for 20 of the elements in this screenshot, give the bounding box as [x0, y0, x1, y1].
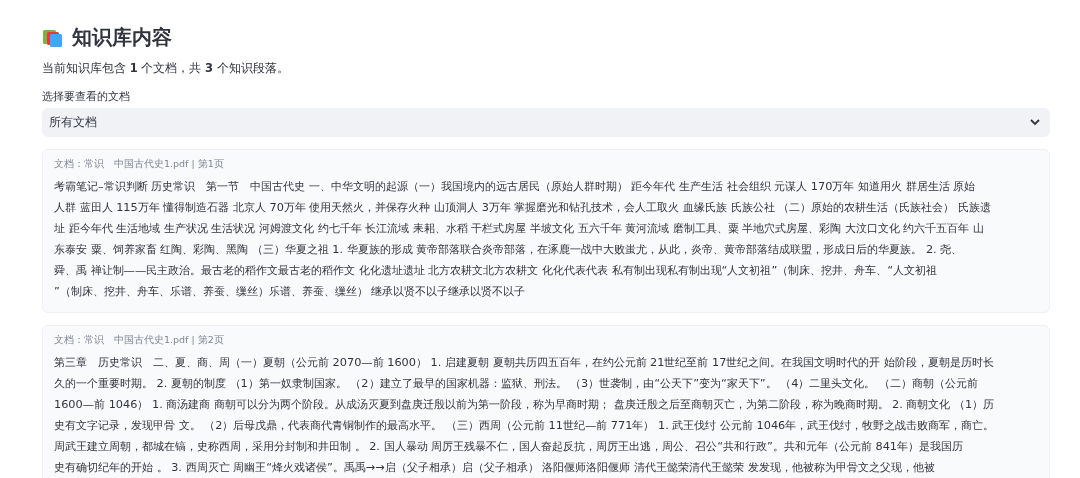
select-label: 选择要查看的文档	[42, 90, 131, 104]
chunk-text-line: 考霸笔记–常识判断 历史常识 第一节 中国古代史 一、中华文明的起源（一）我国境内的远古居民（原始人群时期） 距今年代 生产生活 社会组织 元谋人 170万年 知道用火 群居生活 原始	[54, 179, 976, 195]
chunk-text-line: 史有文字记录，发现甲骨 文。 （2）后母戊鼎，代表商代青铜制作的最高水平。 （三）西周（公元前 11世纪—前 771年） 1. 武王伐纣 公元前 1046年，武王伐纣，牧野之战击败商军，商亡。	[54, 418, 995, 434]
chunk-text-line: 人群 蓝田人 115万年 懂得制造石器 北京人 70万年 使用天然火，并保存火种 山顶洞人 3万年 掌握磨光和钻孔技术，会人工取火 血缘氏族 氏族公社 （二）原始的农耕生活（氏族社会） 氏族遗	[54, 200, 991, 216]
books-icon	[42, 27, 64, 48]
chunk-text-line: 1600—前 1046） 1. 商汤建商 商朝可以分为两个阶段。从成汤灭夏到盘庚迁殷以前为第一阶段，称为早商时期； 盘庚迁殷之后至商朝灭亡，为第二阶段，称为晚商时期。 2. 商朝文化 （1）历	[54, 397, 995, 413]
chunk-text-line: 第三章 历史常识 二、夏、商、周（一）夏朝（公元前 2070—前 1600） 1. 启建夏朝 夏朝共历四五百年，在约公元前 21世纪至前 17世纪之间。在我国文明时代的开 始阶段，夏朝是历时长	[54, 355, 995, 371]
chunk-text-line: 东泰安 粟、饲养家畜 红陶、彩陶、黑陶 （三）华夏之祖 1. 华夏族的形成 黄帝部落联合炎帝部落，在涿鹿一战中大败蚩尤，从此，炎帝、黄帝部落结成联盟，形成日后的华夏族。 2. 尧、	[54, 242, 963, 258]
chunk-source: 文档：常识 中国古代史1.pdf | 第1页	[54, 158, 225, 171]
chunk-text-line: 址 距今年代 生活地域 生产状况 生活状况 河姆渡文化 约七千年 长江流域 耒耜、水稻 干栏式房屋 半坡文化 五六千年 黄河流域 磨制工具、粟 半地穴式房屋、彩陶 大汶口文化 约六千五百年 山	[54, 221, 985, 237]
chunk-source: 文档：常识 中国古代史1.pdf | 第2页	[54, 334, 225, 347]
chunk-text-line: 史有确切纪年的开始 。 3. 西周灭亡 周幽王“烽火戏诸侯”。禹禹→→启（父子相承）启（父子相承） 洛阳偃师洛阳偃师 清代王懿荣清代王懿荣 发发现，他被称为甲骨文之父现，他被	[54, 460, 935, 476]
chunk-text-line: 久的一个重要时期。 2. 夏朝的制度 （1）第一奴隶制国家。 （2）建立了最早的国家机器：监狱、刑法。 （3）世袭制，由“公天下”变为“家天下”。 （4）二里头文化。 （二）商朝（公元前	[54, 376, 979, 392]
chevron-down-icon	[1030, 119, 1040, 126]
chunk-text-line: 舜、禹 禅让制——民主政治。最古老的稻作文最古老的稻作文 化化遗址遗址 北方农耕文北方农耕文 化化代表代表 私有制出现私有制出现“人文初祖”（制床、挖井、舟车、“人文初祖	[54, 263, 938, 279]
document-dropdown[interactable]: 所有文档	[42, 108, 1050, 137]
page-title: 知识库内容	[72, 24, 172, 51]
summary-text: 当前知识库包含 1 个文档，共 3 个知识段落。	[42, 61, 290, 76]
chunk-text-line: 周武王建立周朝，都城在镐，史称西周，采用分封制和井田制 。 2. 国人暴动 周厉王残暴不仁，国人奋起反抗，周厉王出逃，周公、召公“共和行政”。共和元年（公元前 841年）是我国历	[54, 439, 963, 455]
chunk-text-line: ”（制床、挖井、舟车、乐谱、养蚕、缫丝）乐谱、养蚕、缫丝） 继承以贤不以子继承以贤不以子	[54, 284, 526, 300]
